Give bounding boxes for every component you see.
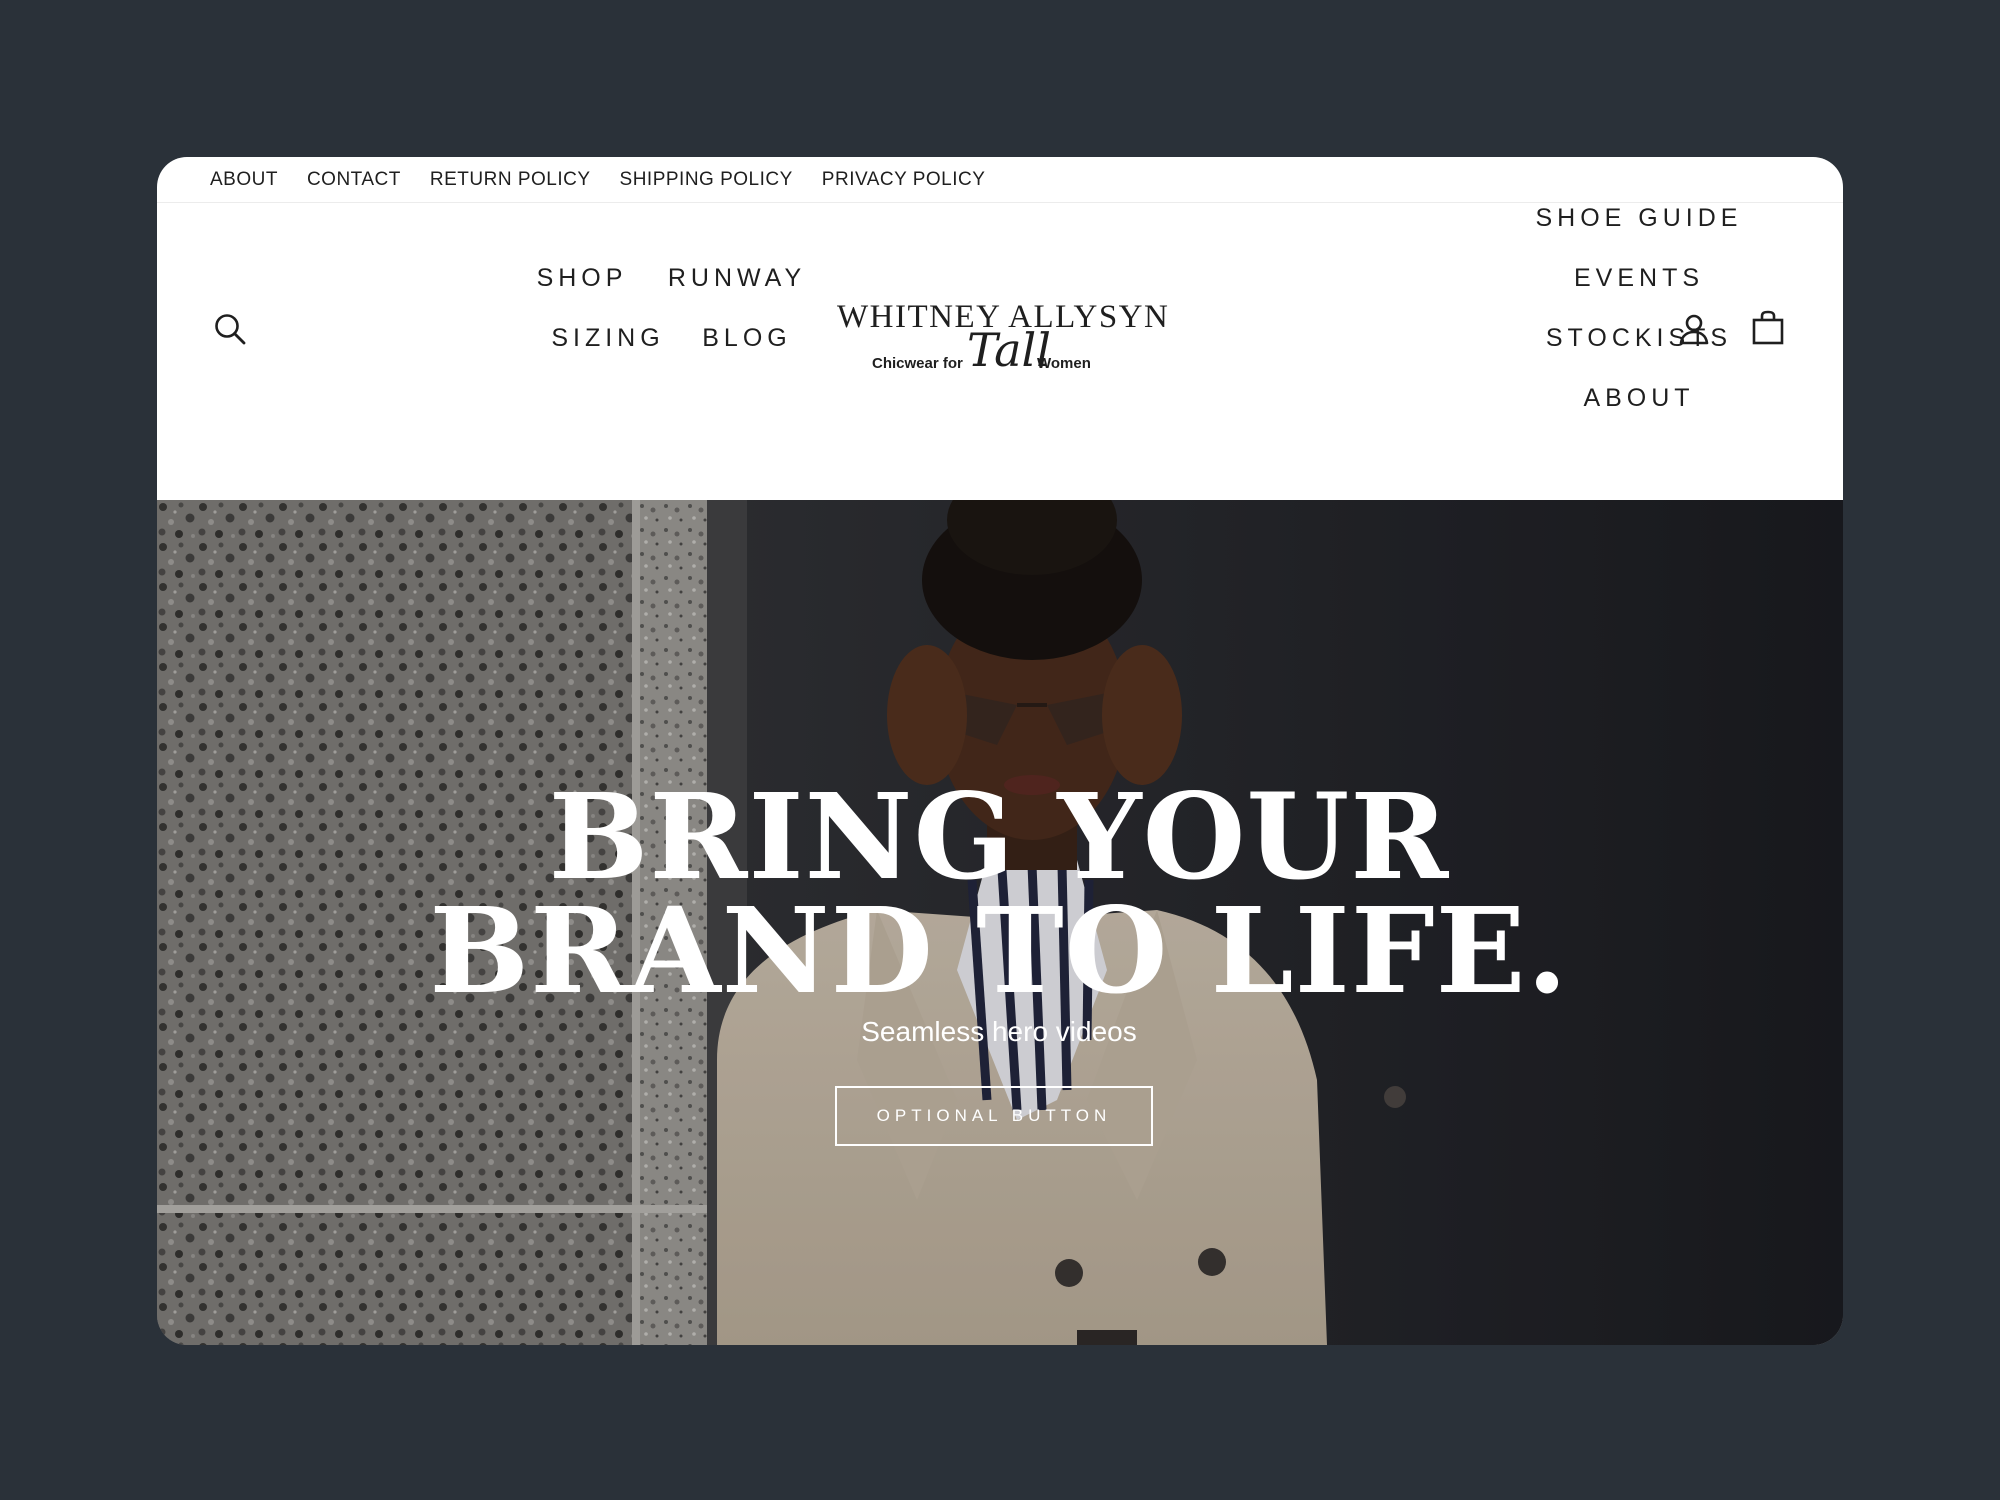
nav-runway[interactable]: RUNWAY (668, 264, 806, 293)
hero-section: BRING YOUR BRAND TO LIFE. Seamless hero … (157, 500, 1843, 1345)
site-header: SHOP RUNWAY SIZING BLOG WHITNEY ALLYSYN … (157, 204, 1843, 499)
hero-title: BRING YOUR BRAND TO LIFE. (399, 767, 1599, 1020)
nav-blog[interactable]: BLOG (702, 324, 791, 353)
hero-subtitle: Seamless hero videos (861, 1016, 1137, 1047)
cart-button[interactable] (1748, 308, 1788, 348)
cart-bag-icon (1752, 310, 1784, 345)
hero-title-line-2: BRAND TO LIFE. (429, 881, 1569, 1020)
hero-title-line-1: BRING YOUR (548, 767, 1450, 906)
utility-link-contact[interactable]: CONTACT (307, 169, 401, 191)
search-button[interactable] (210, 309, 250, 349)
nav-about[interactable]: ABOUT (1583, 384, 1694, 413)
account-icon (1679, 314, 1709, 345)
nav-sizing[interactable]: SIZING (551, 324, 664, 353)
search-icon (215, 314, 246, 345)
brand-logo[interactable]: WHITNEY ALLYSYN Chicwear for Tall Women (837, 299, 1168, 399)
logo-tagline-right: Women (1037, 355, 1091, 372)
logo-tagline-left: Chicwear for (872, 355, 963, 372)
account-button[interactable] (1674, 309, 1714, 349)
utility-link-shipping-policy[interactable]: SHIPPING POLICY (620, 169, 793, 191)
nav-events[interactable]: EVENTS (1574, 264, 1704, 293)
browser-frame: ABOUT CONTACT RETURN POLICY SHIPPING POL… (157, 157, 1843, 1345)
utility-link-about[interactable]: ABOUT (210, 169, 278, 191)
logo-tagline: Chicwear for Tall Women (837, 327, 1157, 395)
nav-shoe-guide[interactable]: SHOE GUIDE (1536, 204, 1743, 233)
hero-cta-button[interactable]: OPTIONAL BUTTON (835, 1086, 1153, 1146)
utility-link-return-policy[interactable]: RETURN POLICY (430, 169, 591, 191)
utility-nav: ABOUT CONTACT RETURN POLICY SHIPPING POL… (157, 157, 1843, 203)
nav-shop[interactable]: SHOP (537, 264, 628, 293)
utility-link-privacy-policy[interactable]: PRIVACY POLICY (822, 169, 986, 191)
